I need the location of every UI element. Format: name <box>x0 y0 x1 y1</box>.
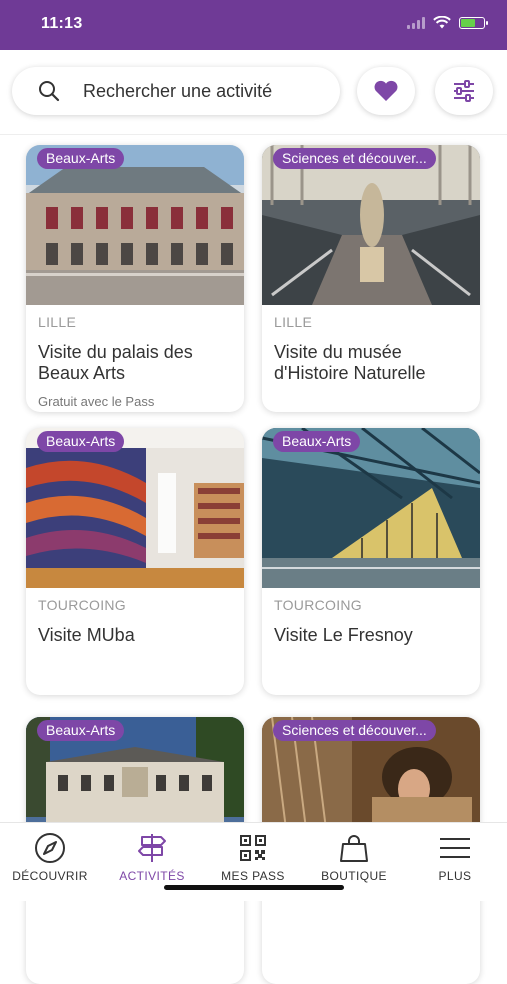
activity-city: TOURCOING <box>38 597 126 613</box>
activity-photo <box>26 145 244 305</box>
activity-title: Visite MUba <box>38 625 135 645</box>
nav-decouvrir[interactable]: DÉCOUVRIR <box>0 833 100 883</box>
status-icons <box>407 16 488 29</box>
nav-label: PLUS <box>438 869 472 883</box>
search-bar[interactable] <box>12 67 340 115</box>
wifi-icon <box>433 16 451 29</box>
category-badge: Sciences et découver... <box>273 720 436 741</box>
nav-plus[interactable]: PLUS <box>405 833 505 883</box>
activity-photo <box>262 145 480 305</box>
activity-city: LILLE <box>274 314 313 330</box>
nav-label: MES PASS <box>221 869 285 883</box>
nav-label: ACTIVITÉS <box>119 869 185 883</box>
activity-note: Gratuit avec le Pass <box>38 394 155 409</box>
nav-label: BOUTIQUE <box>321 869 387 883</box>
nav-mes-pass[interactable]: MES PASS <box>203 833 303 883</box>
nav-activites[interactable]: ACTIVITÉS <box>102 833 202 883</box>
shopping-bag-icon <box>340 835 368 862</box>
category-badge: Beaux-Arts <box>273 431 361 452</box>
qr-code-icon <box>240 835 266 861</box>
activity-card[interactable]: Beaux-Arts TOURCOING Visite MUba <box>26 428 244 695</box>
category-badge: Beaux-Arts <box>37 148 125 169</box>
nav-label: DÉCOUVRIR <box>12 869 88 883</box>
activity-card[interactable]: Beaux-Arts TOURCOING Visite Le Fresnoy <box>262 428 480 695</box>
favorites-button[interactable] <box>357 67 415 115</box>
category-badge: Beaux-Arts <box>37 720 125 741</box>
activity-city: TOURCOING <box>274 597 362 613</box>
activity-photo <box>262 428 480 588</box>
activity-card[interactable]: Sciences et découver... LILLE Visite du … <box>262 145 480 412</box>
heart-icon <box>374 80 398 101</box>
menu-icon <box>440 838 470 858</box>
search-input[interactable] <box>81 79 325 103</box>
home-indicator <box>164 885 344 890</box>
status-bar: 11:13 <box>0 0 507 50</box>
activity-photo <box>26 428 244 588</box>
search-toolbar <box>0 50 507 135</box>
signal-icon <box>407 16 425 29</box>
compass-icon <box>35 833 65 863</box>
category-badge: Sciences et découver... <box>273 148 436 169</box>
battery-icon <box>459 16 488 29</box>
filters-button[interactable] <box>435 67 493 115</box>
activity-title: Visite du musée d'Histoire Naturelle <box>274 342 426 383</box>
nav-boutique[interactable]: BOUTIQUE <box>304 833 404 883</box>
status-time: 11:13 <box>41 15 83 32</box>
category-badge: Beaux-Arts <box>37 431 125 452</box>
activity-city: LILLE <box>38 314 77 330</box>
activity-title: Visite Le Fresnoy <box>274 625 413 645</box>
sliders-icon <box>454 80 474 102</box>
search-icon <box>39 81 60 102</box>
signpost-icon <box>138 834 166 862</box>
activity-card[interactable]: Beaux-Arts LILLE Visite du palais des Be… <box>26 145 244 412</box>
activity-title: Visite du palais des Beaux Arts <box>38 342 193 383</box>
